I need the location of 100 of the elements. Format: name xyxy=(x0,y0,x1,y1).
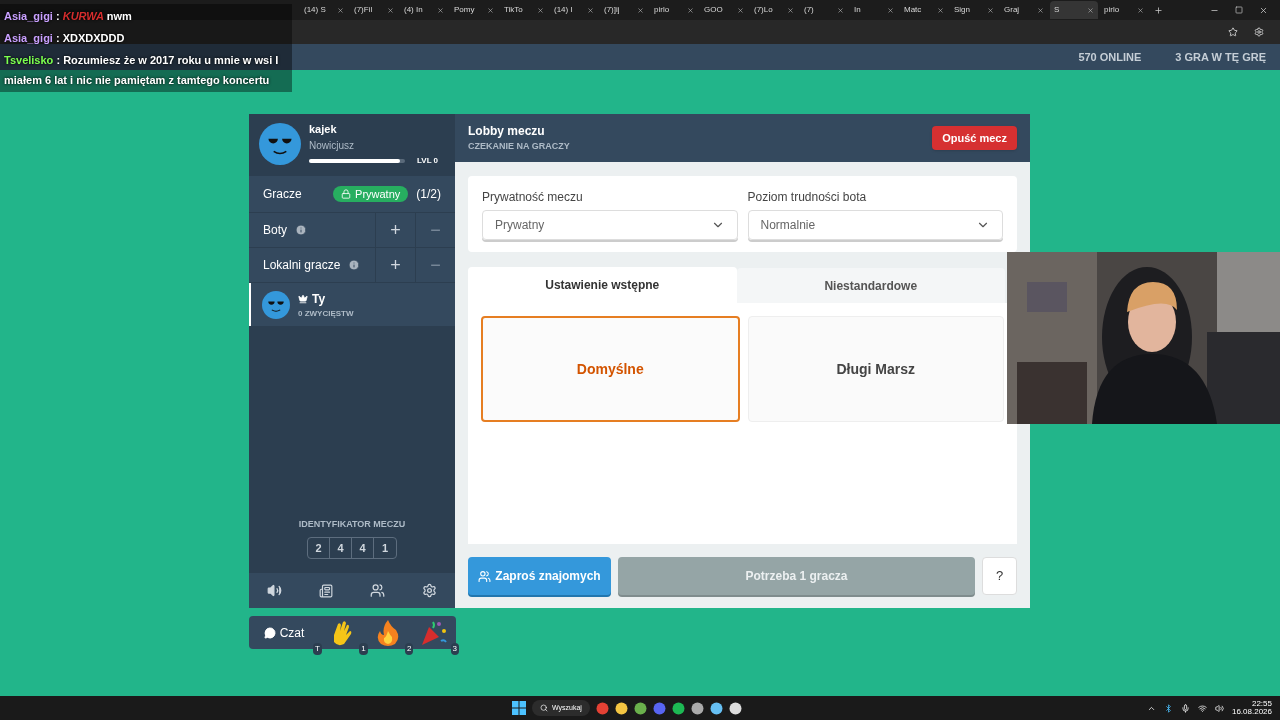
browser-tab[interactable]: Sign xyxy=(950,1,998,19)
tab-title: Matc xyxy=(904,4,922,16)
mode-tab[interactable]: Ustawienie wstępne xyxy=(468,267,737,303)
players-label: Gracze xyxy=(263,186,302,203)
sound-icon[interactable] xyxy=(1214,703,1224,713)
browser-tab[interactable]: S xyxy=(1050,1,1098,19)
tab-title: Pomy xyxy=(454,4,475,16)
player-row[interactable]: Ty 0 ZWYCIĘSTW xyxy=(249,283,455,326)
browser-tab[interactable]: pirlo xyxy=(1100,1,1148,19)
close-icon[interactable] xyxy=(337,6,344,14)
close-icon[interactable] xyxy=(937,6,944,14)
microphone-icon[interactable] xyxy=(1180,703,1190,713)
add-button[interactable]: + xyxy=(375,248,415,282)
match-id-digit: 4 xyxy=(352,538,374,558)
info-icon[interactable] xyxy=(295,224,307,236)
close-icon[interactable] xyxy=(687,6,694,14)
newspaper-icon[interactable] xyxy=(319,583,334,598)
close-icon[interactable] xyxy=(587,6,594,14)
windows-icon[interactable] xyxy=(512,701,526,715)
close-icon[interactable] xyxy=(1137,6,1144,14)
select-field[interactable]: Prywatny xyxy=(482,210,738,240)
tab-title: (14) S xyxy=(304,4,326,16)
bluetooth-icon[interactable] xyxy=(1163,703,1173,713)
tab-title: (7)Lo xyxy=(754,4,773,16)
online-count: 570 ONLINE xyxy=(1078,49,1142,65)
browser-tab[interactable]: GOO xyxy=(700,1,748,19)
player-name: Ty xyxy=(312,290,326,308)
browser-tab[interactable]: Pomy xyxy=(450,1,498,19)
users-icon[interactable] xyxy=(370,583,386,598)
new-tab-icon[interactable] xyxy=(1154,5,1163,15)
browser-tab[interactable]: (14) S xyxy=(300,1,348,19)
browser-tab[interactable]: (7)Fil xyxy=(350,1,398,19)
maximize-icon[interactable] xyxy=(1235,5,1243,14)
select-field[interactable]: Normalnie xyxy=(747,210,1003,240)
app-icon[interactable] xyxy=(633,701,647,715)
close-icon[interactable] xyxy=(887,6,894,14)
browser-tab[interactable]: Matc xyxy=(900,1,948,19)
chat-message: Asia_gigi : KURWA nwm xyxy=(4,9,133,24)
network-icon[interactable] xyxy=(1197,703,1207,713)
key-hint: 2 xyxy=(404,643,414,655)
browser-tab[interactable]: In xyxy=(850,1,898,19)
tab-title: S xyxy=(1054,4,1060,16)
lock-icon xyxy=(341,189,352,199)
info-icon[interactable] xyxy=(348,259,361,271)
browser-tab[interactable]: (7) xyxy=(800,1,848,19)
preset-card[interactable]: Długi Marsz xyxy=(747,316,1004,422)
settings-icon[interactable] xyxy=(421,583,437,598)
app-icon[interactable] xyxy=(614,701,628,715)
preset-card[interactable]: Domyślne xyxy=(481,316,740,422)
avatar-icon xyxy=(262,290,290,319)
close-icon[interactable] xyxy=(737,6,744,14)
key-hint: 3 xyxy=(450,643,459,655)
clock-date: 16.08.2026 xyxy=(1231,708,1272,716)
sound-icon[interactable] xyxy=(267,583,283,598)
app-icon[interactable] xyxy=(671,701,685,715)
leave-match-button[interactable]: Opuść mecz xyxy=(932,126,1017,150)
close-icon[interactable] xyxy=(1087,6,1094,14)
chat-icon xyxy=(263,626,276,639)
browser-tab[interactable]: pirlo xyxy=(650,1,698,19)
tab-title: (4) In xyxy=(404,4,423,16)
close-icon[interactable] xyxy=(787,6,794,14)
tab-title: (7)Fil xyxy=(354,4,373,16)
setting-label: Poziom trudności bota xyxy=(747,189,868,206)
wins-count: 0 ZWYCIĘSTW xyxy=(298,307,354,320)
browser-tab[interactable]: (7)Lo xyxy=(750,1,798,19)
tab-title: (7) xyxy=(804,4,814,16)
browser-tab[interactable]: (7)]ij xyxy=(600,1,648,19)
close-icon[interactable] xyxy=(387,6,394,14)
match-id-label: IDENTYFIKATOR MECZU xyxy=(298,517,406,531)
app-icon[interactable] xyxy=(709,701,723,715)
tab-title: (14) I xyxy=(554,4,573,16)
app-icon[interactable] xyxy=(690,701,704,715)
mode-tab[interactable]: Niestandardowe xyxy=(736,268,1005,304)
key-hint: 1 xyxy=(359,643,368,655)
browser-tab[interactable]: (14) I xyxy=(550,1,598,19)
browser-tab[interactable]: TikTo xyxy=(500,1,548,19)
close-icon[interactable] xyxy=(437,6,444,14)
close-icon[interactable] xyxy=(1037,6,1044,14)
close-icon[interactable] xyxy=(487,6,494,14)
tab-title: In xyxy=(854,4,861,16)
players-count: 3 GRA W TĘ GRĘ xyxy=(1175,49,1266,65)
browser-tab[interactable]: Graj xyxy=(1000,1,1048,19)
tab-title: Sign xyxy=(954,4,970,16)
privacy-badge: Prywatny xyxy=(333,186,409,202)
help-button[interactable]: ? xyxy=(982,557,1017,595)
player-name: kajek xyxy=(309,122,338,138)
close-icon[interactable] xyxy=(537,6,544,14)
close-icon[interactable] xyxy=(637,6,644,14)
tab-title: pirlo xyxy=(1104,4,1120,16)
bookmark-icon[interactable] xyxy=(1228,27,1238,37)
close-icon[interactable] xyxy=(1259,5,1268,15)
tab-title: GOO xyxy=(704,4,723,16)
close-icon[interactable] xyxy=(837,6,844,14)
player-rank: Nowicjusz xyxy=(309,138,355,153)
lobby-status: CZEKANIE NA GRACZY xyxy=(468,140,570,154)
browser-tab[interactable]: (4) In xyxy=(400,1,448,19)
tab-title: (7)]ij xyxy=(604,4,620,16)
close-icon[interactable] xyxy=(987,6,994,14)
app-icon[interactable] xyxy=(728,701,742,715)
setting-label: Prywatność meczu xyxy=(482,189,584,206)
